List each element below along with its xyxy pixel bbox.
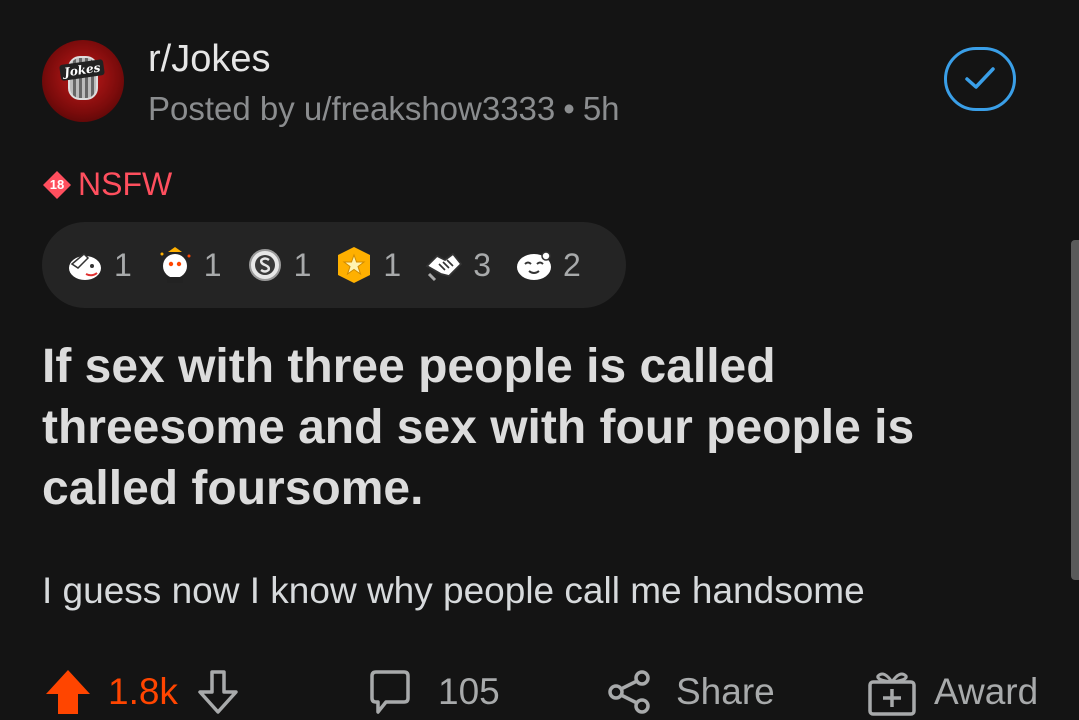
comment-count: 105 — [438, 671, 500, 712]
award-count: 2 — [562, 246, 581, 283]
snoo-party-award-icon — [154, 244, 196, 286]
award-count: 3 — [473, 246, 491, 283]
upvote-arrow-icon[interactable] — [42, 666, 94, 718]
post-title[interactable]: If sex with three people is called three… — [42, 336, 1002, 519]
nsfw-badge-number: 18 — [49, 177, 65, 192]
comment-bubble-icon — [370, 670, 410, 714]
gift-award-icon — [868, 672, 916, 716]
joined-button[interactable] — [944, 47, 1016, 111]
subreddit-avatar[interactable]: Jokes — [42, 40, 124, 122]
award-item[interactable]: 2 — [513, 244, 581, 286]
share-label: Share — [676, 671, 775, 712]
award-item[interactable]: 3 — [423, 244, 491, 286]
wholesome-award-icon — [513, 244, 555, 286]
post-age: 5h — [582, 90, 620, 127]
award-count: 1 — [383, 246, 402, 283]
post-action-bar: 1.8k 105 Share Award — [0, 660, 1079, 720]
upvote-count: 1.8k — [108, 671, 178, 712]
post-meta: Posted by u/freakshow3333 • 5h — [148, 90, 620, 128]
handshake-award-icon — [423, 244, 465, 286]
award-count: 1 — [293, 246, 312, 283]
award-item[interactable]: 1 — [244, 244, 312, 286]
subreddit-name[interactable]: r/Jokes — [148, 38, 270, 81]
award-item[interactable]: 1 — [64, 244, 132, 286]
award-button[interactable]: Award — [866, 666, 1038, 718]
downvote-arrow-icon[interactable] — [192, 666, 244, 718]
comments-button[interactable]: 105 — [364, 666, 500, 718]
share-button[interactable]: Share — [604, 666, 775, 718]
facepalm-award-icon — [64, 244, 106, 286]
award-count: 1 — [203, 246, 222, 283]
award-label: Award — [934, 671, 1039, 712]
gold-star-award-icon — [333, 244, 375, 286]
award-item[interactable]: 1 — [333, 244, 401, 286]
nsfw-tag: 18 NSFW — [42, 166, 172, 203]
vote-group: 1.8k — [42, 666, 244, 718]
scrollbar[interactable] — [1071, 240, 1079, 580]
nsfw-label: NSFW — [78, 166, 173, 202]
share-icon — [608, 670, 650, 714]
separator-dot: • — [563, 90, 575, 127]
post-view: Jokes r/Jokes Posted by u/freakshow3333 •… — [0, 0, 1079, 720]
awards-bar[interactable]: 1 1 1 1 3 2 — [42, 222, 626, 308]
avatar-logo-text: Jokes — [59, 58, 106, 82]
silver-award-icon — [244, 244, 286, 286]
posted-by[interactable]: Posted by u/freakshow3333 — [148, 90, 555, 127]
post-body: I guess now I know why people call me ha… — [42, 570, 865, 611]
nsfw-18-icon: 18 — [42, 170, 72, 200]
award-count: 1 — [114, 246, 132, 283]
checkmark-icon — [965, 67, 995, 89]
award-item[interactable]: 1 — [154, 244, 222, 286]
